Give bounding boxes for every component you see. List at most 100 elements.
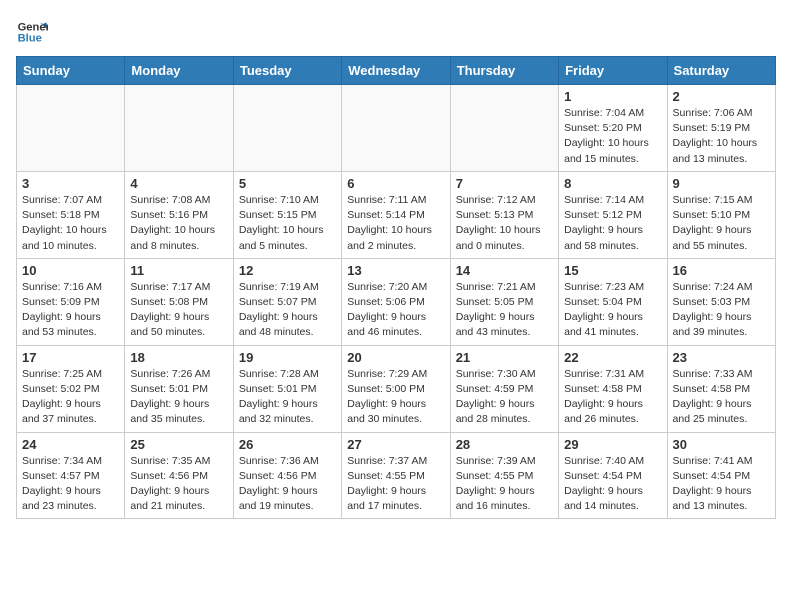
day-number: 29 — [564, 437, 661, 452]
day-number: 14 — [456, 263, 553, 278]
day-number: 12 — [239, 263, 336, 278]
day-number: 19 — [239, 350, 336, 365]
day-info: Sunrise: 7:34 AM Sunset: 4:57 PM Dayligh… — [22, 454, 119, 515]
day-info: Sunrise: 7:08 AM Sunset: 5:16 PM Dayligh… — [130, 193, 227, 254]
day-number: 10 — [22, 263, 119, 278]
day-info: Sunrise: 7:37 AM Sunset: 4:55 PM Dayligh… — [347, 454, 444, 515]
day-number: 22 — [564, 350, 661, 365]
calendar-cell: 4 Sunrise: 7:08 AM Sunset: 5:16 PM Daylig… — [125, 171, 233, 258]
calendar-cell: 30 Sunrise: 7:41 AM Sunset: 4:54 PM Dayli… — [667, 432, 775, 519]
calendar-cell: 10 Sunrise: 7:16 AM Sunset: 5:09 PM Dayli… — [17, 258, 125, 345]
day-number: 1 — [564, 89, 661, 104]
weekday-header-wednesday: Wednesday — [342, 57, 450, 85]
calendar-cell — [450, 85, 558, 172]
calendar-cell — [342, 85, 450, 172]
calendar-cell: 27 Sunrise: 7:37 AM Sunset: 4:55 PM Dayli… — [342, 432, 450, 519]
day-info: Sunrise: 7:35 AM Sunset: 4:56 PM Dayligh… — [130, 454, 227, 515]
calendar-cell: 6 Sunrise: 7:11 AM Sunset: 5:14 PM Daylig… — [342, 171, 450, 258]
calendar-week-5: 24 Sunrise: 7:34 AM Sunset: 4:57 PM Dayli… — [17, 432, 776, 519]
day-info: Sunrise: 7:07 AM Sunset: 5:18 PM Dayligh… — [22, 193, 119, 254]
weekday-header-thursday: Thursday — [450, 57, 558, 85]
day-number: 24 — [22, 437, 119, 452]
calendar-cell: 14Sunrise: 7:21 AM Sunset: 5:05 PM Dayli… — [450, 258, 558, 345]
day-info: Sunrise: 7:17 AM Sunset: 5:08 PM Dayligh… — [130, 280, 227, 341]
calendar-cell: 25 Sunrise: 7:35 AM Sunset: 4:56 PM Dayli… — [125, 432, 233, 519]
day-info: Sunrise: 7:26 AM Sunset: 5:01 PM Dayligh… — [130, 367, 227, 428]
day-number: 18 — [130, 350, 227, 365]
day-number: 20 — [347, 350, 444, 365]
day-info: Sunrise: 7:40 AM Sunset: 4:54 PM Dayligh… — [564, 454, 661, 515]
day-info: Sunrise: 7:31 AM Sunset: 4:58 PM Dayligh… — [564, 367, 661, 428]
calendar-cell: 2Sunrise: 7:06 AM Sunset: 5:19 PM Daylig… — [667, 85, 775, 172]
day-info: Sunrise: 7:20 AM Sunset: 5:06 PM Dayligh… — [347, 280, 444, 341]
svg-text:Blue: Blue — [18, 33, 42, 45]
day-info: Sunrise: 7:12 AM Sunset: 5:13 PM Dayligh… — [456, 193, 553, 254]
calendar-cell: 13Sunrise: 7:20 AM Sunset: 5:06 PM Dayli… — [342, 258, 450, 345]
calendar-week-3: 10 Sunrise: 7:16 AM Sunset: 5:09 PM Dayli… — [17, 258, 776, 345]
calendar-cell: 28 Sunrise: 7:39 AM Sunset: 4:55 PM Dayli… — [450, 432, 558, 519]
calendar-cell: 21 Sunrise: 7:30 AM Sunset: 4:59 PM Dayli… — [450, 345, 558, 432]
day-number: 5 — [239, 176, 336, 191]
calendar-cell — [125, 85, 233, 172]
svg-text:General: General — [18, 21, 48, 33]
day-number: 17 — [22, 350, 119, 365]
day-info: Sunrise: 7:30 AM Sunset: 4:59 PM Dayligh… — [456, 367, 553, 428]
day-number: 6 — [347, 176, 444, 191]
day-info: Sunrise: 7:33 AM Sunset: 4:58 PM Dayligh… — [673, 367, 770, 428]
day-number: 23 — [673, 350, 770, 365]
calendar-table: SundayMondayTuesdayWednesdayThursdayFrid… — [16, 56, 776, 519]
day-info: Sunrise: 7:16 AM Sunset: 5:09 PM Dayligh… — [22, 280, 119, 341]
day-number: 27 — [347, 437, 444, 452]
calendar-cell: 22 Sunrise: 7:31 AM Sunset: 4:58 PM Dayli… — [559, 345, 667, 432]
day-number: 16 — [673, 263, 770, 278]
day-number: 30 — [673, 437, 770, 452]
day-number: 11 — [130, 263, 227, 278]
calendar-week-1: 1 Sunrise: 7:04 AM Sunset: 5:20 PM Daylig… — [17, 85, 776, 172]
calendar-cell: 20Sunrise: 7:29 AM Sunset: 5:00 PM Dayli… — [342, 345, 450, 432]
day-info: Sunrise: 7:36 AM Sunset: 4:56 PM Dayligh… — [239, 454, 336, 515]
logo-icon: General Blue — [16, 16, 48, 48]
weekday-header-sunday: Sunday — [17, 57, 125, 85]
calendar-cell: 15Sunrise: 7:23 AM Sunset: 5:04 PM Dayli… — [559, 258, 667, 345]
calendar-cell: 1 Sunrise: 7:04 AM Sunset: 5:20 PM Daylig… — [559, 85, 667, 172]
calendar-cell — [17, 85, 125, 172]
weekday-header-friday: Friday — [559, 57, 667, 85]
day-info: Sunrise: 7:15 AM Sunset: 5:10 PM Dayligh… — [673, 193, 770, 254]
day-info: Sunrise: 7:25 AM Sunset: 5:02 PM Dayligh… — [22, 367, 119, 428]
calendar-cell: 7 Sunrise: 7:12 AM Sunset: 5:13 PM Daylig… — [450, 171, 558, 258]
day-number: 21 — [456, 350, 553, 365]
day-info: Sunrise: 7:41 AM Sunset: 4:54 PM Dayligh… — [673, 454, 770, 515]
calendar-cell: 23 Sunrise: 7:33 AM Sunset: 4:58 PM Dayli… — [667, 345, 775, 432]
day-number: 4 — [130, 176, 227, 191]
calendar-header-row: SundayMondayTuesdayWednesdayThursdayFrid… — [17, 57, 776, 85]
day-number: 9 — [673, 176, 770, 191]
day-info: Sunrise: 7:04 AM Sunset: 5:20 PM Dayligh… — [564, 106, 661, 167]
calendar-cell: 5 Sunrise: 7:10 AM Sunset: 5:15 PM Daylig… — [233, 171, 341, 258]
day-info: Sunrise: 7:19 AM Sunset: 5:07 PM Dayligh… — [239, 280, 336, 341]
calendar-cell: 18 Sunrise: 7:26 AM Sunset: 5:01 PM Dayli… — [125, 345, 233, 432]
calendar-cell: 12 Sunrise: 7:19 AM Sunset: 5:07 PM Dayli… — [233, 258, 341, 345]
day-info: Sunrise: 7:14 AM Sunset: 5:12 PM Dayligh… — [564, 193, 661, 254]
day-info: Sunrise: 7:24 AM Sunset: 5:03 PM Dayligh… — [673, 280, 770, 341]
weekday-header-monday: Monday — [125, 57, 233, 85]
calendar-cell: 29 Sunrise: 7:40 AM Sunset: 4:54 PM Dayli… — [559, 432, 667, 519]
day-number: 28 — [456, 437, 553, 452]
calendar-cell: 3Sunrise: 7:07 AM Sunset: 5:18 PM Daylig… — [17, 171, 125, 258]
day-number: 25 — [130, 437, 227, 452]
calendar-cell: 26Sunrise: 7:36 AM Sunset: 4:56 PM Dayli… — [233, 432, 341, 519]
calendar-cell: 24 Sunrise: 7:34 AM Sunset: 4:57 PM Dayli… — [17, 432, 125, 519]
day-info: Sunrise: 7:39 AM Sunset: 4:55 PM Dayligh… — [456, 454, 553, 515]
calendar-cell: 16 Sunrise: 7:24 AM Sunset: 5:03 PM Dayli… — [667, 258, 775, 345]
calendar-cell: 11 Sunrise: 7:17 AM Sunset: 5:08 PM Dayli… — [125, 258, 233, 345]
day-number: 7 — [456, 176, 553, 191]
calendar-cell: 8 Sunrise: 7:14 AM Sunset: 5:12 PM Daylig… — [559, 171, 667, 258]
day-number: 8 — [564, 176, 661, 191]
day-info: Sunrise: 7:06 AM Sunset: 5:19 PM Dayligh… — [673, 106, 770, 167]
calendar-week-2: 3Sunrise: 7:07 AM Sunset: 5:18 PM Daylig… — [17, 171, 776, 258]
day-info: Sunrise: 7:11 AM Sunset: 5:14 PM Dayligh… — [347, 193, 444, 254]
day-info: Sunrise: 7:10 AM Sunset: 5:15 PM Dayligh… — [239, 193, 336, 254]
day-info: Sunrise: 7:28 AM Sunset: 5:01 PM Dayligh… — [239, 367, 336, 428]
calendar-cell: 19 Sunrise: 7:28 AM Sunset: 5:01 PM Dayli… — [233, 345, 341, 432]
calendar-cell: 9 Sunrise: 7:15 AM Sunset: 5:10 PM Daylig… — [667, 171, 775, 258]
page-header: General Blue — [16, 16, 776, 48]
